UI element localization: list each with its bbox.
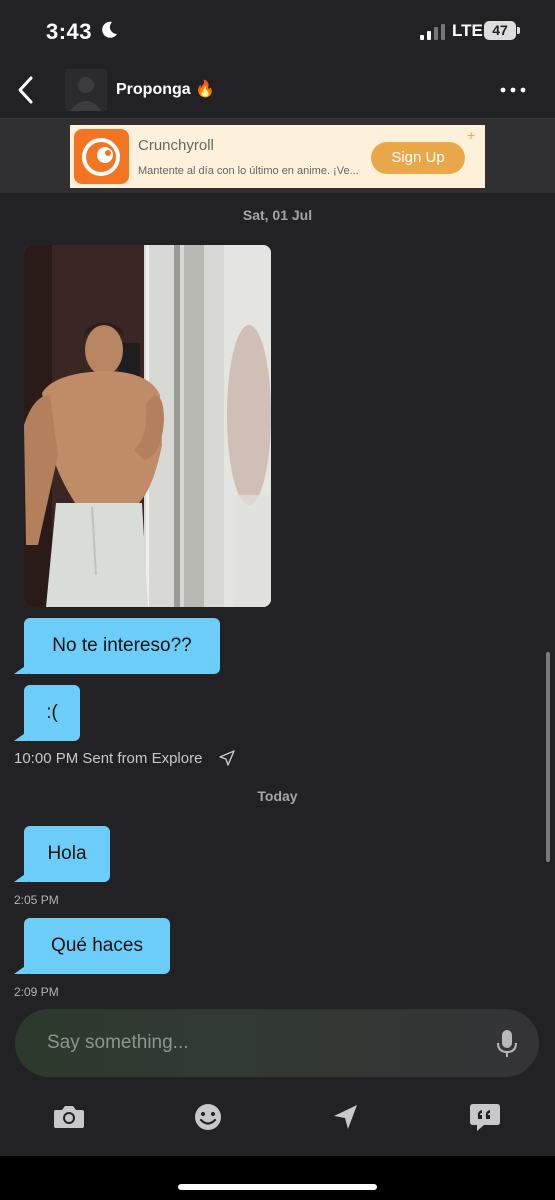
battery-tip: [517, 27, 520, 34]
avatar[interactable]: [65, 69, 107, 111]
battery-icon: 47: [484, 21, 516, 40]
home-bar: [0, 1156, 555, 1200]
chat-toolbar: [0, 1090, 555, 1150]
signal-icon: [420, 24, 445, 40]
network-label: LTE: [452, 21, 483, 40]
message-meta: 10:00 PM Sent from Explore: [14, 750, 203, 767]
crunchyroll-logo-icon: [74, 129, 129, 184]
microphone-icon[interactable]: [496, 1029, 518, 1059]
message-input[interactable]: [47, 1027, 467, 1059]
message-bubble[interactable]: Hola: [14, 826, 110, 882]
message-text: :(: [46, 702, 58, 723]
chat-header: Proponga 🔥: [0, 62, 555, 118]
message-text: No te intereso??: [52, 635, 192, 656]
date-separator: Sat, 01 Jul: [242, 207, 313, 223]
message-bubble[interactable]: No te intereso??: [14, 618, 220, 674]
status-time: 3:43: [46, 19, 93, 44]
date-separator: Today: [257, 788, 298, 804]
ad-banner[interactable]: Crunchyroll Mantente al día con lo últim…: [70, 125, 485, 188]
ad-strip: Crunchyroll Mantente al día con lo últim…: [0, 118, 555, 193]
message-bubble[interactable]: :(: [14, 685, 80, 741]
ad-signup-button[interactable]: Sign Up: [371, 142, 465, 174]
bubble-tail: [14, 664, 28, 674]
bubble-tail: [14, 964, 28, 974]
message-text: Hola: [47, 843, 87, 864]
back-icon[interactable]: [12, 72, 42, 108]
home-indicator[interactable]: [178, 1184, 377, 1190]
contact-name[interactable]: Proponga 🔥: [116, 79, 215, 99]
saved-phrases-icon[interactable]: [467, 1100, 503, 1134]
photo-message[interactable]: [24, 245, 271, 607]
ad-text: Mantente al día con lo último en anime. …: [138, 165, 359, 177]
status-bar: 3:43 LTE 47: [0, 0, 555, 62]
location-icon[interactable]: [328, 1100, 364, 1134]
moon-icon: [102, 21, 117, 38]
ad-plus-icon: +: [467, 127, 476, 143]
message-timestamp: 2:05 PM: [14, 893, 59, 907]
profile-placeholder-icon: [70, 77, 102, 111]
more-options-icon[interactable]: [495, 76, 531, 104]
message-text: Qué haces: [51, 935, 143, 956]
message-composer: [15, 1009, 539, 1077]
send-icon: [219, 750, 235, 766]
camera-icon[interactable]: [51, 1100, 87, 1134]
ad-title: Crunchyroll: [138, 137, 214, 154]
mirror-selfie-image: [24, 245, 271, 607]
message-bubble[interactable]: Qué haces: [14, 918, 170, 974]
bubble-tail: [14, 731, 28, 741]
scrollbar[interactable]: [546, 652, 550, 862]
message-timestamp: 2:09 PM: [14, 985, 59, 999]
bubble-tail: [14, 872, 28, 882]
sticker-icon[interactable]: [190, 1100, 226, 1134]
